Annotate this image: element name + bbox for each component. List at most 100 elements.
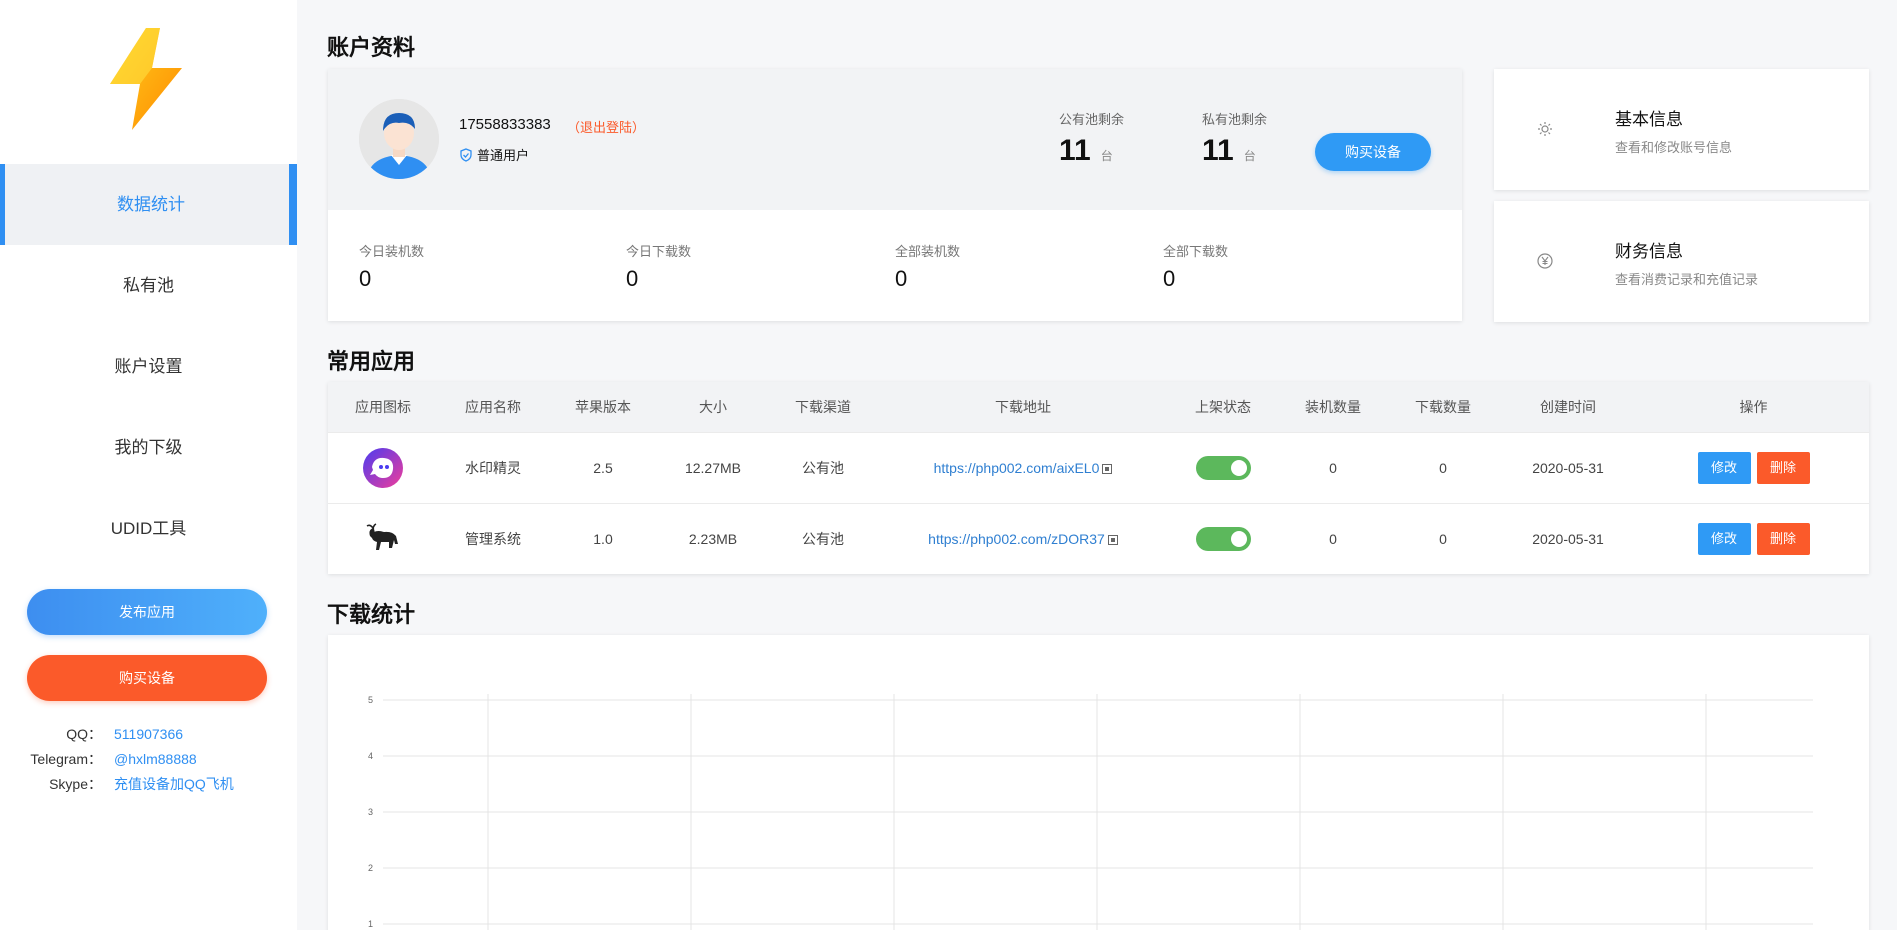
basic-info-subtitle: 查看和修改账号信息 xyxy=(1615,140,1733,155)
contact-info: QQ： 511907366 Telegram： @hxlm88888 Skype… xyxy=(0,722,297,797)
stat-today-installs: 今日装机数 0 xyxy=(359,241,424,292)
sidebar-item-private-pool[interactable]: 私有池 xyxy=(0,245,297,326)
apps-section-title: 常用应用 xyxy=(327,349,416,374)
table-row: 管理系统 1.0 2.23MB 公有池 https://php002.com/z… xyxy=(328,503,1869,574)
sidebar-item-stats[interactable]: 数据统计 xyxy=(0,164,297,245)
app-status-cell xyxy=(1168,432,1278,503)
qrcode-icon[interactable] xyxy=(1102,463,1113,474)
chart-y-tick-label: 4 xyxy=(368,751,373,761)
table-row: 水印精灵 2.5 12.27MB 公有池 https://php002.com/… xyxy=(328,432,1869,503)
status-toggle[interactable] xyxy=(1195,526,1251,551)
stat-total-downloads: 全部下载数 0 xyxy=(1163,241,1228,292)
col-header: 装机数量 xyxy=(1305,398,1361,415)
col-header: 下载渠道 xyxy=(795,398,851,415)
chart-y-tick-label: 1 xyxy=(368,919,373,929)
app-created: 2020-05-31 xyxy=(1532,530,1604,547)
gear-icon xyxy=(1536,120,1554,138)
sidebar-nav: 数据统计 私有池 账户设置 我的下级 UDID工具 xyxy=(0,164,297,569)
col-header: 下载数量 xyxy=(1415,398,1471,415)
col-header: 应用图标 xyxy=(355,398,411,415)
basic-info-title: 基本信息 xyxy=(1615,110,1683,129)
sidebar-item-udid-tool[interactable]: UDID工具 xyxy=(0,488,297,569)
finance-info-subtitle: 查看消费记录和充值记录 xyxy=(1615,272,1759,287)
app-icon-cell xyxy=(328,503,438,574)
app-size: 2.23MB xyxy=(688,530,738,547)
stat-value: 0 xyxy=(895,266,908,291)
app-name: 管理系统 xyxy=(465,530,521,547)
app-size: 12.27MB xyxy=(684,459,742,476)
delete-button[interactable]: 删除 xyxy=(1756,451,1810,484)
chart-y-tick-label: 5 xyxy=(368,695,373,705)
public-pool-number: 11 xyxy=(1059,134,1091,167)
private-pool-label: 私有池剩余 xyxy=(1202,112,1268,127)
user-avatar-icon xyxy=(359,99,439,179)
sidebar-buy-device-button[interactable]: 购买设备 xyxy=(27,655,267,701)
finance-info-card[interactable]: 财务信息 查看消费记录和充值记录 xyxy=(1494,201,1869,322)
stat-total-installs: 全部装机数 0 xyxy=(895,241,960,292)
sidebar: 数据统计 私有池 账户设置 我的下级 UDID工具 发布应用 购买设备 QQ： … xyxy=(0,0,297,930)
stat-value: 0 xyxy=(1163,266,1176,291)
contact-skype-label: Skype： xyxy=(49,776,102,792)
stat-label: 今日下载数 xyxy=(626,244,692,259)
stat-value: 0 xyxy=(626,266,639,291)
sidebar-item-account-settings[interactable]: 账户设置 xyxy=(0,326,297,407)
edit-button[interactable]: 修改 xyxy=(1697,522,1751,555)
contact-telegram: Telegram： @hxlm88888 xyxy=(0,747,297,772)
publish-app-button[interactable]: 发布应用 xyxy=(27,589,267,635)
contact-qq: QQ： 511907366 xyxy=(0,722,297,747)
stat-label: 全部下载数 xyxy=(1163,244,1229,259)
yen-icon xyxy=(1536,252,1554,270)
app-actions: 修改 删除 xyxy=(1638,503,1869,574)
app-installs: 0 xyxy=(1329,459,1337,476)
watermark-app-icon[interactable] xyxy=(362,447,404,489)
contact-skype: Skype： 充值设备加QQ飞机 xyxy=(0,772,297,797)
col-header: 操作 xyxy=(1739,398,1768,415)
basic-info-card[interactable]: 基本信息 查看和修改账号信息 xyxy=(1494,69,1869,190)
stat-today-downloads: 今日下载数 0 xyxy=(626,241,691,292)
app-status-cell xyxy=(1168,503,1278,574)
private-pool: 私有池剩余 11 台 xyxy=(1202,109,1267,168)
account-phone: 17558833383 xyxy=(459,116,551,133)
public-pool-unit: 台 xyxy=(1100,149,1113,163)
buy-device-button[interactable]: 购买设备 xyxy=(1315,133,1431,171)
downloads-section-title: 下载统计 xyxy=(327,602,416,627)
lightning-logo-icon[interactable] xyxy=(108,28,184,130)
logout-link[interactable]: （退出登陆） xyxy=(567,117,645,136)
public-pool-value: 11 台 xyxy=(1059,134,1124,168)
sidebar-item-subordinates[interactable]: 我的下级 xyxy=(0,407,297,488)
col-header: 应用名称 xyxy=(465,398,521,415)
app-downloads: 0 xyxy=(1439,459,1447,476)
app-version: 1.0 xyxy=(593,530,613,547)
apps-table: 应用图标 应用名称 苹果版本 大小 下载渠道 下载地址 上架状态 装机数量 下载… xyxy=(328,382,1869,574)
avatar xyxy=(359,99,439,179)
stat-label: 今日装机数 xyxy=(359,244,425,259)
qrcode-icon[interactable] xyxy=(1107,535,1118,546)
contact-qq-label: QQ： xyxy=(66,726,102,742)
col-header: 创建时间 xyxy=(1540,398,1596,415)
finance-info-title: 财务信息 xyxy=(1615,242,1683,261)
contact-telegram-value[interactable]: @hxlm88888 xyxy=(114,747,197,772)
app-download-link[interactable]: https://php002.com/zDOR37 xyxy=(928,531,1105,547)
app-name: 水印精灵 xyxy=(465,459,521,476)
bull-app-icon[interactable] xyxy=(362,517,404,560)
contact-qq-value[interactable]: 511907366 xyxy=(114,722,183,747)
private-pool-unit: 台 xyxy=(1243,149,1256,163)
delete-button[interactable]: 删除 xyxy=(1756,522,1810,555)
col-header: 大小 xyxy=(699,398,727,415)
app-version: 2.5 xyxy=(593,459,613,476)
contact-skype-value[interactable]: 充值设备加QQ飞机 xyxy=(114,772,234,797)
app-actions: 修改 删除 xyxy=(1638,432,1869,503)
app-download-url-cell: https://php002.com/aixEL0 xyxy=(878,432,1168,503)
user-type-label: 普通用户 xyxy=(477,148,530,163)
downloads-chart: 5 4 3 2 1 xyxy=(368,694,1813,930)
col-header: 下载地址 xyxy=(995,398,1051,415)
app-installs: 0 xyxy=(1329,530,1337,547)
app-download-link[interactable]: https://php002.com/aixEL0 xyxy=(934,460,1100,476)
edit-button[interactable]: 修改 xyxy=(1697,451,1751,484)
status-toggle[interactable] xyxy=(1195,455,1251,480)
profile-card: 17558833383 （退出登陆） 普通用户 公有池剩余 11 台 私有池剩余 … xyxy=(328,69,1462,321)
stat-label: 全部装机数 xyxy=(895,244,961,259)
shield-icon xyxy=(460,147,472,162)
chart-y-tick-label: 3 xyxy=(368,807,373,817)
app-icon-cell xyxy=(328,432,438,503)
